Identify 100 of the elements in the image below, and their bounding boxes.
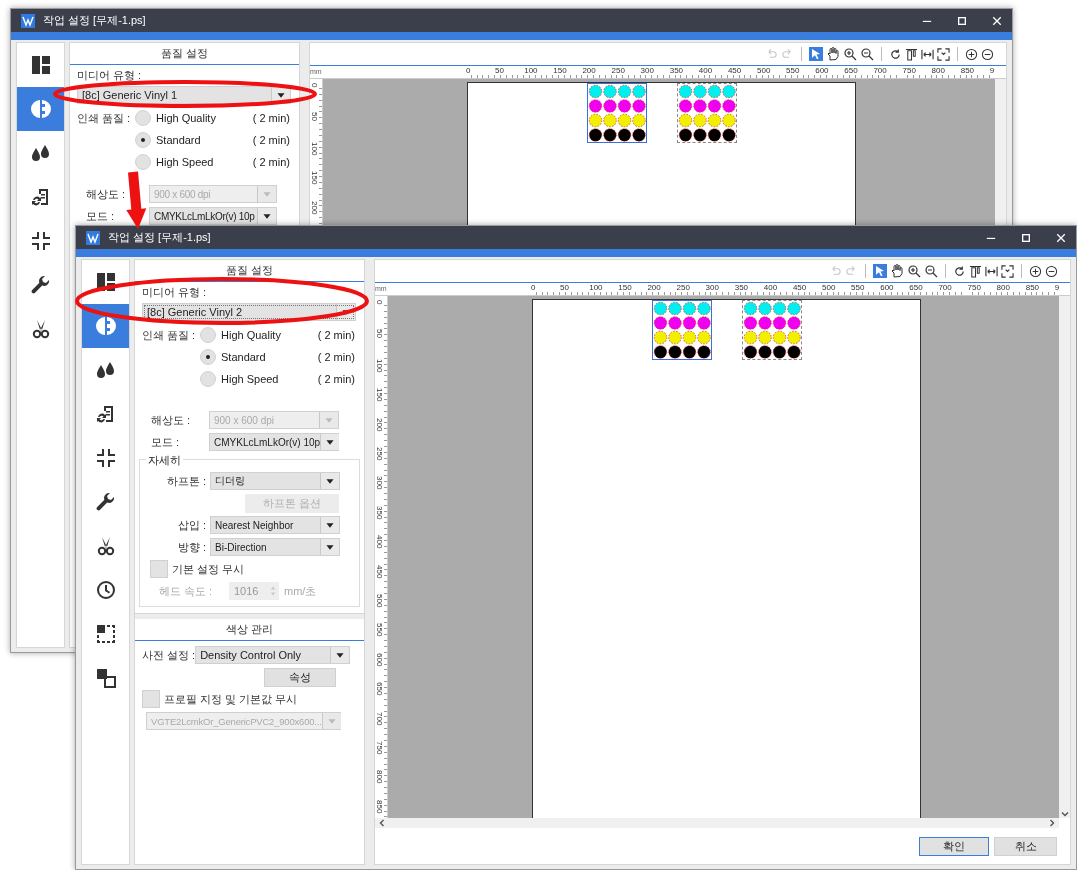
zoom-minus-icon[interactable] xyxy=(1045,264,1058,278)
ruler-label: 200 xyxy=(310,200,319,214)
field-label: 미디어 유형 : xyxy=(77,68,142,83)
media-type-dropdown[interactable]: [8c] Generic Vinyl 2 xyxy=(142,303,356,321)
radio-button[interactable] xyxy=(200,327,216,343)
ruler-label: 50 xyxy=(310,112,319,122)
ruler-label: 500 xyxy=(822,283,836,292)
rotate-icon[interactable] xyxy=(889,47,902,61)
scroll-down-icon[interactable] xyxy=(1060,810,1069,818)
maximize-icon[interactable] xyxy=(1021,232,1031,243)
ruler-label: 150 xyxy=(618,283,632,292)
radio-button[interactable] xyxy=(135,154,151,170)
properties-button[interactable]: 속성 xyxy=(264,667,336,687)
direction-dropdown[interactable]: Bi-Direction xyxy=(210,538,340,556)
section-header: 품질 설정 xyxy=(70,43,299,65)
zoom-out-tool[interactable] xyxy=(860,47,874,61)
canvas-object[interactable] xyxy=(587,83,647,143)
preset-dropdown[interactable]: Density Control Only xyxy=(195,646,351,664)
ruler-label: 450 xyxy=(375,564,384,578)
ruler-label: 550 xyxy=(375,623,384,637)
rotate-icon[interactable] xyxy=(953,264,966,278)
field-label: 해상도 : xyxy=(86,186,127,202)
caret-icon xyxy=(320,473,339,489)
ruler-label: 550 xyxy=(851,283,865,292)
ruler-label: 800 xyxy=(931,66,945,75)
ruler-label: 300 xyxy=(705,283,719,292)
canvas-object[interactable] xyxy=(652,300,712,360)
radio-label: High Speed xyxy=(156,156,214,168)
hand-tool[interactable] xyxy=(826,47,840,61)
media-type-dropdown[interactable]: [8c] Generic Vinyl 1 xyxy=(77,86,291,104)
ruler-label: 850 xyxy=(375,799,384,814)
drops-icon xyxy=(30,143,51,163)
zoom-in-tool[interactable] xyxy=(843,47,857,61)
ruler-label: 250 xyxy=(375,447,384,461)
fit-screen-icon[interactable] xyxy=(937,47,950,61)
pointer-tool[interactable] xyxy=(873,264,887,278)
zoom-plus-icon[interactable] xyxy=(1029,264,1042,278)
scroll-left-icon[interactable] xyxy=(378,819,386,827)
ruler-label: 750 xyxy=(375,741,384,755)
interpolation-dropdown[interactable]: Nearest Neighbor xyxy=(210,516,340,534)
time-estimate: ( 2 min) xyxy=(252,156,290,168)
radio-label: Standard xyxy=(156,134,201,146)
section-header: 색상 관리 xyxy=(135,619,364,641)
fit-screen-icon[interactable] xyxy=(1001,264,1014,278)
scroll-right-icon[interactable] xyxy=(1048,819,1056,827)
zoom-in-tool[interactable] xyxy=(907,264,921,278)
caret-icon xyxy=(257,186,276,202)
ruler-label: 100 xyxy=(310,141,319,156)
confirm-button[interactable]: 확인 xyxy=(919,836,989,856)
align-top-icon[interactable] xyxy=(905,47,918,61)
ruler-label: 600 xyxy=(815,66,829,75)
panels-icon xyxy=(95,272,116,292)
horizontal-scrollbar[interactable] xyxy=(375,818,1059,828)
zoom-plus-icon[interactable] xyxy=(965,47,978,61)
vertical-scrollbar[interactable] xyxy=(1059,296,1070,818)
compress-icon xyxy=(95,448,116,468)
ruler-label: 9 xyxy=(1054,283,1060,292)
wrench-icon xyxy=(30,275,51,295)
close-icon[interactable] xyxy=(1056,232,1066,243)
compress-icon xyxy=(30,231,51,251)
ruler-label: 150 xyxy=(375,388,384,402)
panels-icon xyxy=(30,55,51,75)
fit-width-icon[interactable] xyxy=(985,264,998,278)
checkbox[interactable] xyxy=(142,690,160,708)
field-label: 삽입 : xyxy=(176,517,207,533)
ruler-label: 200 xyxy=(647,283,661,292)
radio-button[interactable] xyxy=(200,371,216,387)
window-title: 작업 설정 [무제-1.ps] xyxy=(43,13,146,28)
radio-button[interactable] xyxy=(135,132,151,148)
align-top-icon[interactable] xyxy=(969,264,982,278)
checkbox[interactable] xyxy=(150,560,168,578)
radio-button[interactable] xyxy=(135,110,151,126)
radio-button[interactable] xyxy=(200,349,216,365)
close-icon[interactable] xyxy=(992,15,1002,26)
fit-width-icon[interactable] xyxy=(921,47,934,61)
maximize-icon[interactable] xyxy=(957,15,967,26)
ruler-label: 700 xyxy=(938,283,952,292)
cancel-button[interactable]: 취소 xyxy=(994,836,1057,856)
ruler-label: 300 xyxy=(640,66,654,75)
mode-dropdown[interactable]: CMYKLcLmLkOr(v) 10p xyxy=(209,433,339,451)
pages-icon xyxy=(95,668,116,688)
ruler-label: 0 xyxy=(466,66,471,75)
sidebar-tab[interactable] xyxy=(82,304,129,348)
canvas-object[interactable] xyxy=(742,300,802,360)
halftone-dropdown[interactable]: 디더링 xyxy=(210,472,340,490)
pointer-tool[interactable] xyxy=(809,47,823,61)
canvas-object[interactable] xyxy=(677,83,737,143)
caret-icon xyxy=(320,539,339,555)
drops-icon xyxy=(95,360,116,380)
time-estimate: ( 2 min) xyxy=(317,329,355,341)
zoom-minus-icon[interactable] xyxy=(981,47,994,61)
ruler-label: 750 xyxy=(902,66,916,75)
field-label: 하프톤 : xyxy=(165,473,207,489)
zoom-out-tool[interactable] xyxy=(924,264,938,278)
hand-tool[interactable] xyxy=(890,264,904,278)
radio-label: High Speed xyxy=(221,373,279,385)
ruler-label: 200 xyxy=(582,66,596,75)
ruler-label: 100 xyxy=(589,283,603,292)
ruler-label: 100 xyxy=(375,358,384,373)
mode-dropdown[interactable]: CMYKLcLmLkOr(v) 10p xyxy=(149,207,277,225)
